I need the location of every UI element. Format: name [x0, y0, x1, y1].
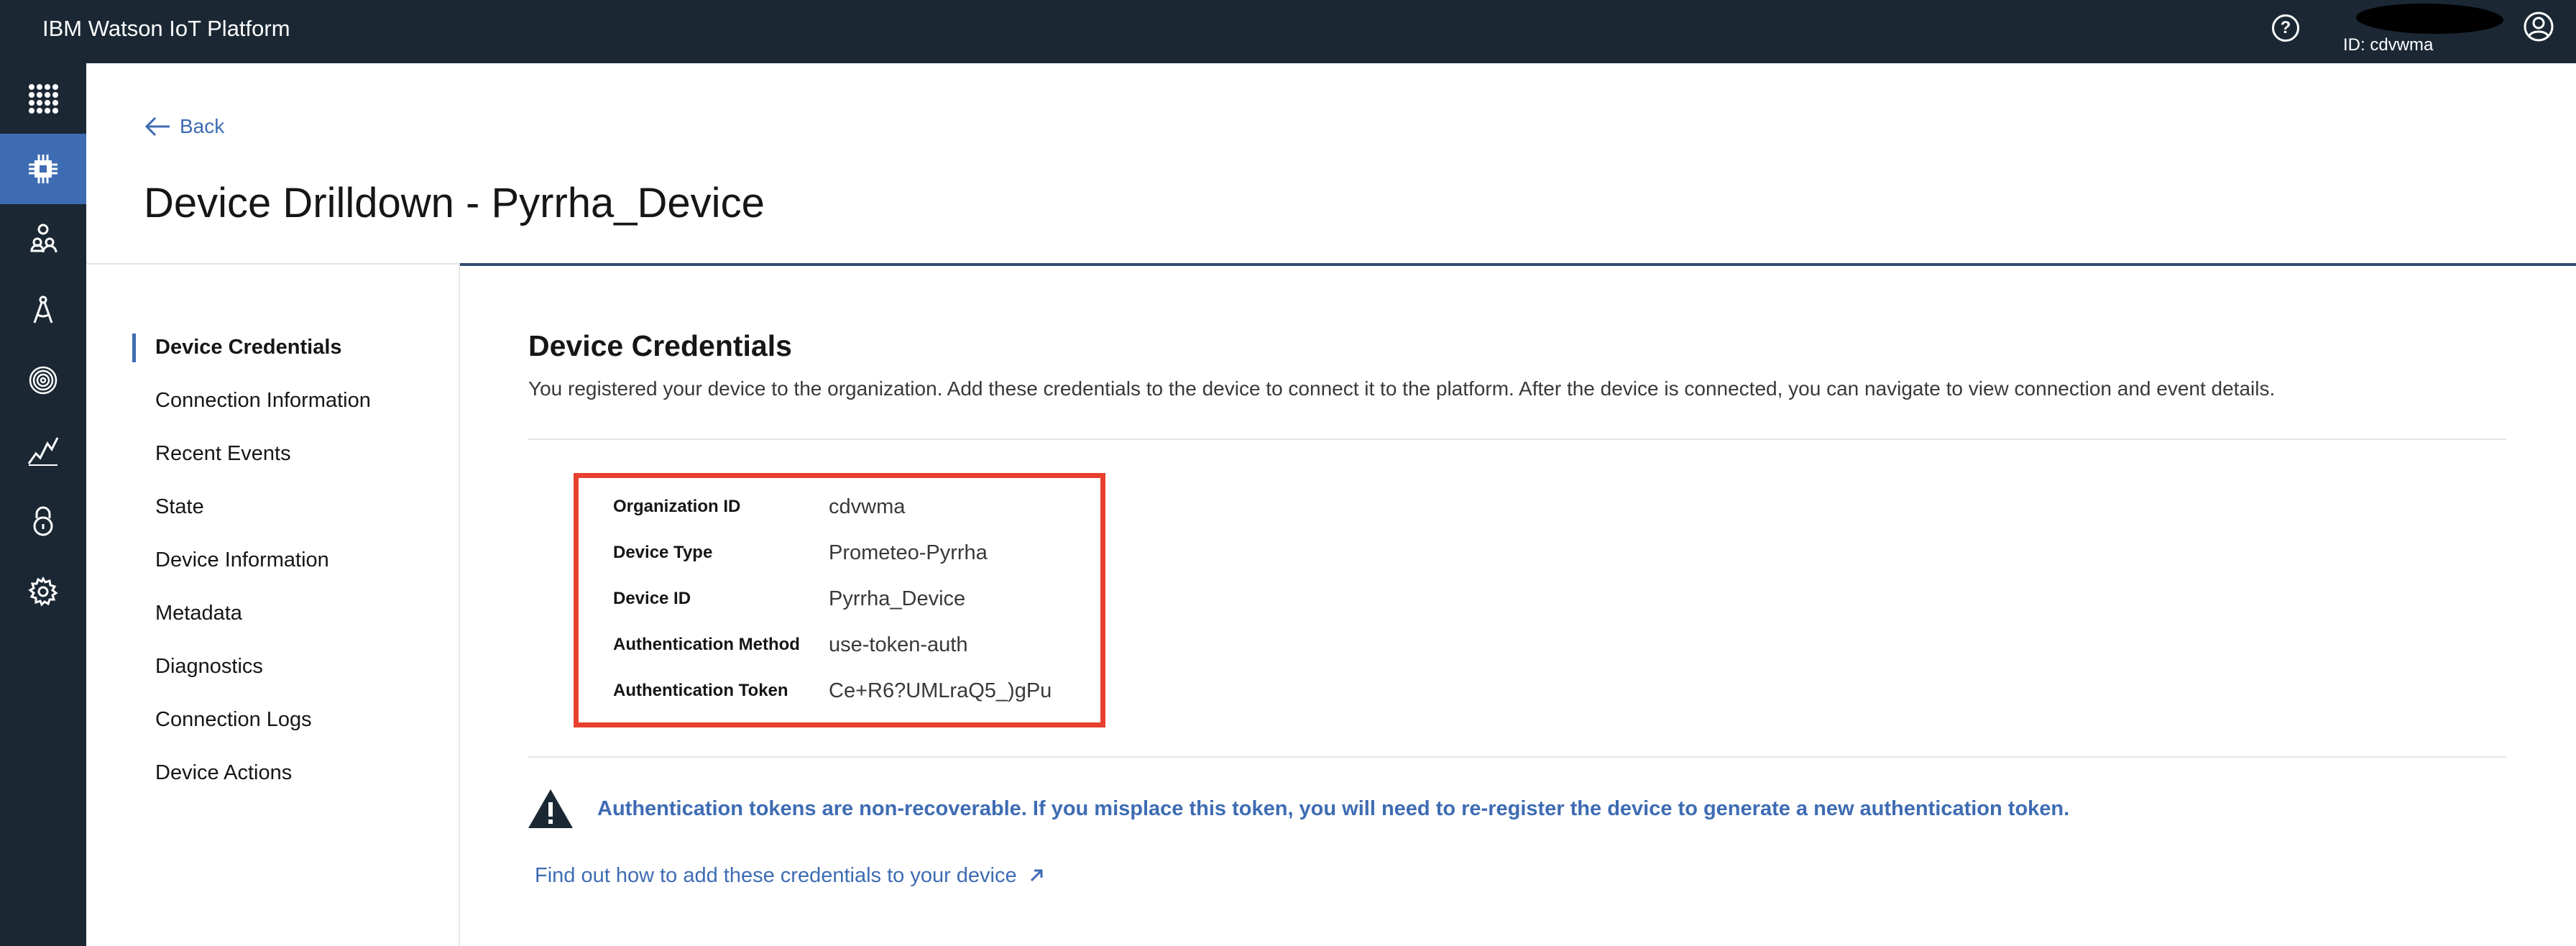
credential-key: Authentication Method: [613, 635, 800, 654]
subnav-item-device-information[interactable]: Device Information: [132, 545, 448, 598]
redacted-username: [2355, 2, 2504, 35]
arrow-left-icon: [144, 116, 170, 137]
subnav-item-recent-events[interactable]: Recent Events: [132, 438, 448, 492]
rail-item-usage[interactable]: [0, 415, 86, 486]
header-accent-bar: [460, 263, 2576, 266]
external-link-icon: [1030, 869, 1043, 882]
section-description: You registered your device to the organi…: [528, 377, 2276, 400]
rail-item-rules[interactable]: [0, 345, 86, 415]
credential-key: Authentication Token: [613, 681, 788, 700]
credential-row: Authentication Method use-token-auth: [613, 629, 967, 661]
app-switcher-icon: [29, 84, 58, 114]
members-icon: [30, 224, 58, 253]
section-title: Device Credentials: [528, 329, 792, 362]
subnav-item-diagnostics[interactable]: Diagnostics: [132, 651, 448, 704]
help-icon[interactable]: ?: [2272, 14, 2299, 42]
credentials-table: Organization ID cdvwma Device Type Prome…: [574, 473, 1105, 727]
user-avatar-icon[interactable]: [2523, 11, 2554, 42]
rail-item-apps[interactable]: [0, 275, 86, 345]
credential-value: Ce+R6?UMLraQ5_)gPu: [829, 679, 1052, 702]
usage-chart-icon: [27, 437, 59, 466]
left-nav-rail: [0, 63, 86, 946]
rail-item-settings[interactable]: [0, 556, 86, 627]
warning-triangle-icon: [528, 789, 573, 828]
subnav-item-metadata[interactable]: Metadata: [132, 598, 448, 651]
credential-row: Device ID Pyrrha_Device: [613, 583, 965, 615]
credential-value: use-token-auth: [829, 633, 968, 656]
rail-item-members[interactable]: [0, 204, 86, 275]
credential-value: Pyrrha_Device: [829, 587, 966, 610]
security-lock-icon: [33, 506, 53, 536]
apps-compass-icon: [33, 295, 53, 323]
help-link-label: Find out how to add these credentials to…: [535, 864, 1017, 887]
credential-value: cdvwma: [829, 495, 906, 518]
org-id-label: ID: cdvwma: [2343, 35, 2434, 55]
warning-text: Authentication tokens are non-recoverabl…: [597, 797, 2070, 820]
rail-item-security[interactable]: [0, 486, 86, 556]
credential-key: Organization ID: [613, 497, 741, 516]
credential-row: Authentication Token Ce+R6?UMLraQ5_)gPu: [613, 675, 1052, 707]
credential-value: Prometeo-Pyrrha: [829, 541, 988, 564]
credential-row: Organization ID cdvwma: [613, 491, 905, 523]
section-subnav: Device Credentials Connection Informatio…: [132, 332, 448, 811]
subnav-item-device-actions[interactable]: Device Actions: [132, 758, 448, 811]
subnav-item-device-credentials[interactable]: Device Credentials: [132, 332, 448, 385]
credential-key: Device Type: [613, 543, 713, 562]
content-divider-top: [528, 438, 2506, 440]
credentials-help-link[interactable]: Find out how to add these credentials to…: [535, 861, 1044, 890]
credential-row: Device Type Prometeo-Pyrrha: [613, 537, 988, 569]
subnav-item-connection-logs[interactable]: Connection Logs: [132, 704, 448, 758]
page-title: Device Drilldown - Pyrrha_Device: [144, 180, 765, 226]
header-divider: [86, 263, 460, 265]
brand-title[interactable]: IBM Watson IoT Platform: [42, 14, 290, 43]
subnav-item-connection-information[interactable]: Connection Information: [132, 385, 448, 438]
content-divider-bottom: [528, 756, 2506, 758]
back-label: Back: [180, 115, 225, 137]
warning-notice: Authentication tokens are non-recoverabl…: [527, 788, 2069, 830]
credential-key: Device ID: [613, 589, 691, 608]
devices-chip-icon: [29, 155, 58, 183]
rail-item-app-switcher[interactable]: [0, 63, 86, 134]
rules-fingerprint-icon: [29, 366, 58, 395]
top-header: IBM Watson IoT Platform ? ID: cdvwma: [0, 0, 2576, 63]
settings-gear-icon: [28, 576, 58, 607]
subnav-divider: [459, 265, 460, 946]
subnav-item-state[interactable]: State: [132, 492, 448, 545]
back-link[interactable]: Back: [144, 114, 224, 139]
rail-item-devices[interactable]: [0, 134, 86, 204]
